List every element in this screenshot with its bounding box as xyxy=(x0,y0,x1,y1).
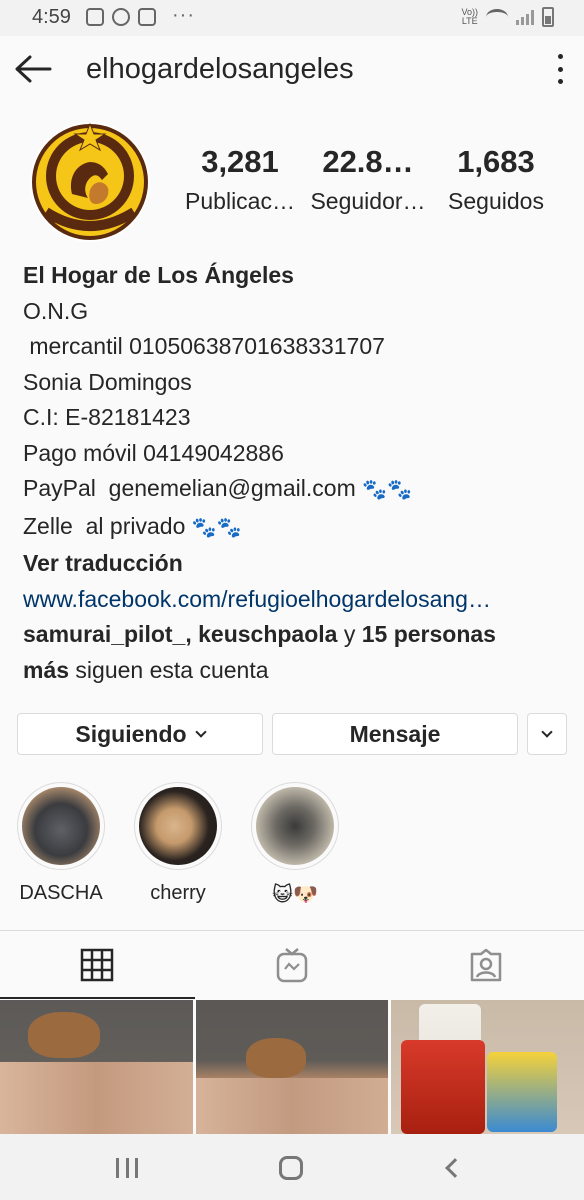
back-arrow-icon[interactable] xyxy=(14,54,52,84)
followed-by[interactable]: samurai_pilot_, keuschpaola y 15 persona… xyxy=(23,617,568,688)
highlight-ring xyxy=(17,782,105,870)
post-image-detail xyxy=(401,1040,486,1134)
stat-value: 3,281 xyxy=(201,144,279,179)
post-image-detail xyxy=(487,1052,558,1132)
signal-icon xyxy=(516,9,534,25)
bio-line: Pago móvil 04149042886 xyxy=(23,439,284,466)
bio-line: mercantil 01050638701638331707 xyxy=(23,333,385,359)
battery-icon xyxy=(542,7,554,27)
translate-link[interactable]: Ver traducción xyxy=(23,546,568,582)
post-grid xyxy=(0,1000,584,1134)
following-label: Siguiendo xyxy=(75,720,187,747)
profile-bio: El Hogar de Los Ángeles O.N.G mercantil … xyxy=(23,258,568,688)
instagram-icon xyxy=(138,8,156,26)
status-bar: 4:59 ··· Vo)) LTE xyxy=(0,0,584,36)
suggested-accounts-button[interactable] xyxy=(527,713,567,755)
profile-tabs xyxy=(0,930,584,999)
followed-by-users: samurai_pilot_, keuschpaola xyxy=(23,621,338,647)
following-button[interactable]: Siguiendo xyxy=(17,713,263,755)
followed-by-count: 15 personas xyxy=(361,621,496,647)
tab-igtv[interactable] xyxy=(195,931,390,999)
website-link[interactable]: www.facebook.com/refugioelhogardelosang… xyxy=(23,582,568,618)
logo-icon xyxy=(30,122,150,242)
volte-icon: Vo)) LTE xyxy=(461,7,478,26)
whatsapp-icon xyxy=(112,8,130,26)
highlight-item[interactable]: 😺🐶 xyxy=(245,782,345,907)
profile-name: El Hogar de Los Ángeles xyxy=(23,262,294,288)
highlight-cover xyxy=(22,787,100,865)
bio-line-text: PayPal genemelian@gmail.com xyxy=(23,475,356,501)
chevron-down-icon xyxy=(194,725,207,738)
back-icon[interactable] xyxy=(445,1158,465,1178)
system-nav-bar xyxy=(0,1134,584,1200)
igtv-icon xyxy=(276,948,308,983)
followed-by-more: más xyxy=(23,656,70,683)
notification-icons xyxy=(86,8,156,26)
highlight-label: DASCHA xyxy=(19,882,103,904)
post-image-detail xyxy=(0,1062,193,1134)
status-time: 4:59 xyxy=(32,6,71,28)
tab-grid[interactable] xyxy=(0,931,195,999)
highlight-ring xyxy=(251,782,339,870)
followed-by-connector: y xyxy=(337,621,362,647)
bio-line-zelle: Zelle al privado 🐾🐾 xyxy=(23,509,568,547)
message-button[interactable]: Mensaje xyxy=(272,713,518,755)
profile-stats: 3,281 Publicac… 22.8… Seguidor… 1,683 Se… xyxy=(176,144,562,215)
stat-label: Seguidor… xyxy=(310,188,426,214)
recent-apps-icon[interactable] xyxy=(116,1158,138,1178)
bio-line: C.I: E-82181423 xyxy=(23,404,191,430)
stat-posts[interactable]: 3,281 Publicac… xyxy=(176,144,304,215)
followed-by-suffix: siguen esta cuenta xyxy=(69,656,269,683)
highlight-item[interactable]: cherry xyxy=(128,782,228,905)
stat-following[interactable]: 1,683 Seguidos xyxy=(432,144,560,215)
bio-line-paypal: PayPal genemelian@gmail.com 🐾🐾 xyxy=(23,471,568,509)
paw-icon: 🐾🐾 xyxy=(191,516,242,539)
profile-header: elhogardelosangeles xyxy=(0,36,584,106)
paw-icon: 🐾🐾 xyxy=(362,479,412,501)
bio-line: O.N.G xyxy=(23,297,89,324)
avatar[interactable] xyxy=(28,120,152,244)
chevron-down-icon xyxy=(541,725,553,738)
post-thumbnail[interactable] xyxy=(391,1000,584,1134)
stat-followers[interactable]: 22.8… Seguidor… xyxy=(304,144,432,215)
page-title: elhogardelosangeles xyxy=(86,53,354,85)
post-thumbnail[interactable] xyxy=(195,1000,389,1134)
stat-value: 22.8… xyxy=(322,144,414,179)
more-notifications-icon: ··· xyxy=(172,4,195,26)
post-thumbnail[interactable] xyxy=(0,1000,193,1134)
highlight-ring xyxy=(134,782,222,870)
system-icons: Vo)) LTE xyxy=(461,7,554,27)
tagged-icon xyxy=(471,948,502,982)
gallery-icon xyxy=(86,8,104,26)
home-icon[interactable] xyxy=(279,1156,303,1180)
post-image xyxy=(245,1038,306,1078)
highlight-label: cherry xyxy=(150,882,206,904)
tab-tagged[interactable] xyxy=(389,931,584,999)
grid-icon xyxy=(81,948,114,982)
wifi-icon xyxy=(486,9,508,25)
stat-value: 1,683 xyxy=(457,144,535,179)
highlight-cover xyxy=(256,787,334,865)
highlight-item[interactable]: DASCHA xyxy=(11,782,111,905)
bio-line: Sonia Domingos xyxy=(23,368,192,395)
more-options-icon[interactable] xyxy=(556,54,564,84)
stat-label: Seguidos xyxy=(448,188,544,214)
highlight-label: 😺🐶 xyxy=(272,884,318,906)
bio-line-text: Zelle al privado xyxy=(23,512,186,539)
post-image xyxy=(28,1012,100,1058)
message-label: Mensaje xyxy=(349,720,441,747)
stat-label: Publicac… xyxy=(185,188,295,214)
highlight-cover xyxy=(139,787,217,865)
post-image-detail xyxy=(195,1078,389,1134)
